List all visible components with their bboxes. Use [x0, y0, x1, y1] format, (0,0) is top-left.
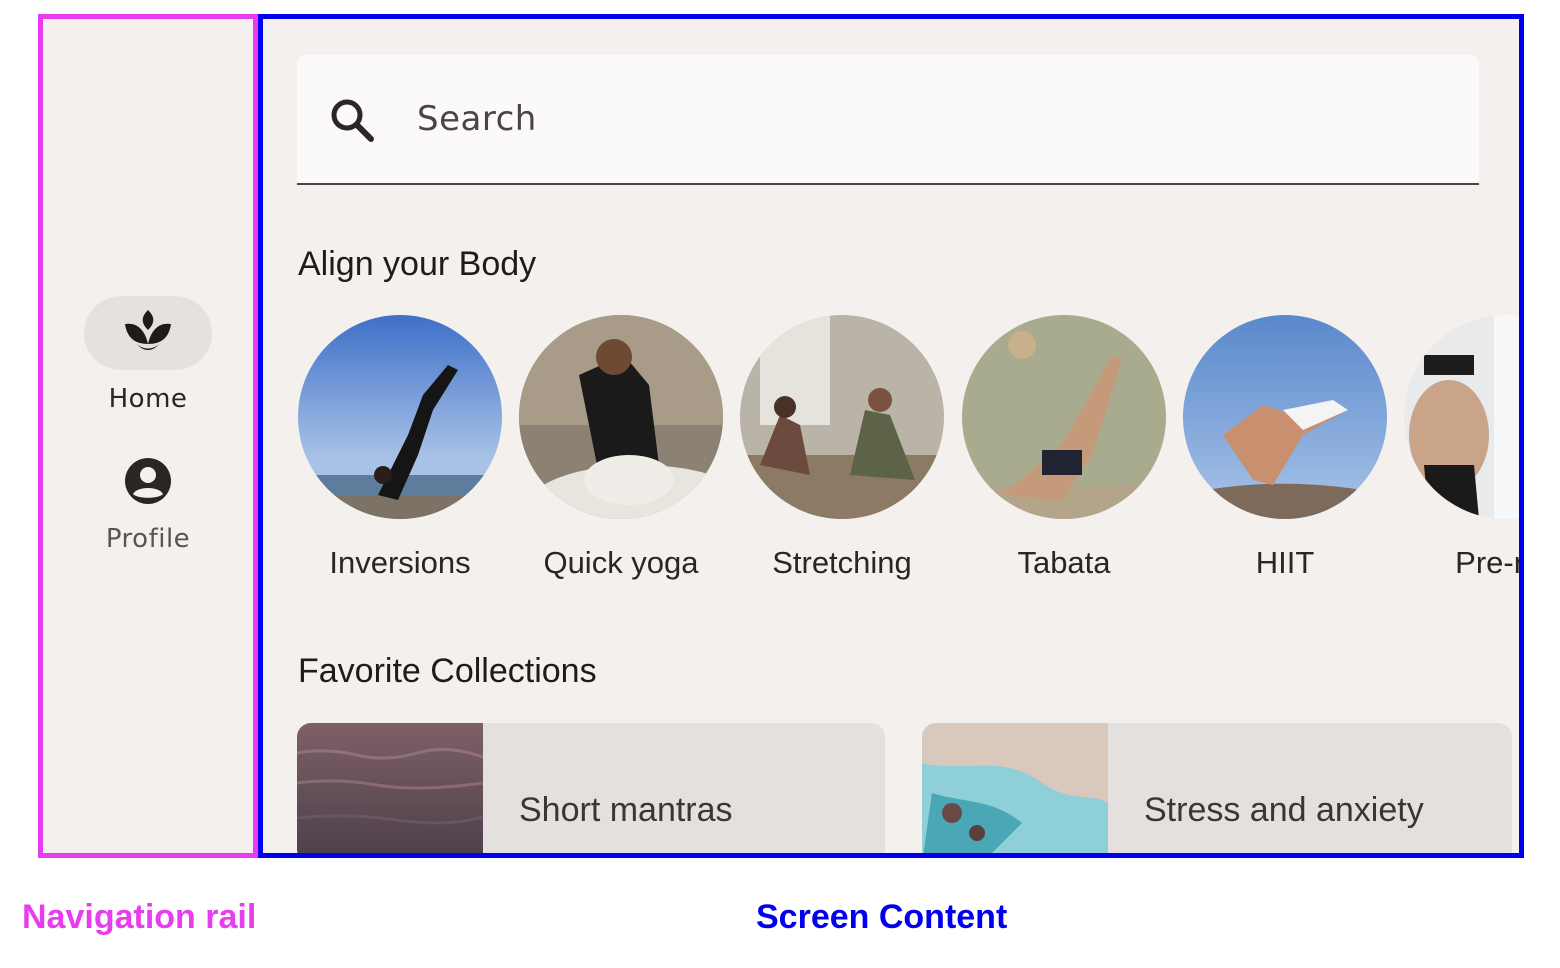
navigation-rail-outline: [38, 14, 258, 858]
screen-content-outline: [258, 14, 1524, 858]
screen-content-caption: Screen Content: [756, 898, 1008, 936]
navigation-rail-caption: Navigation rail: [22, 898, 257, 936]
